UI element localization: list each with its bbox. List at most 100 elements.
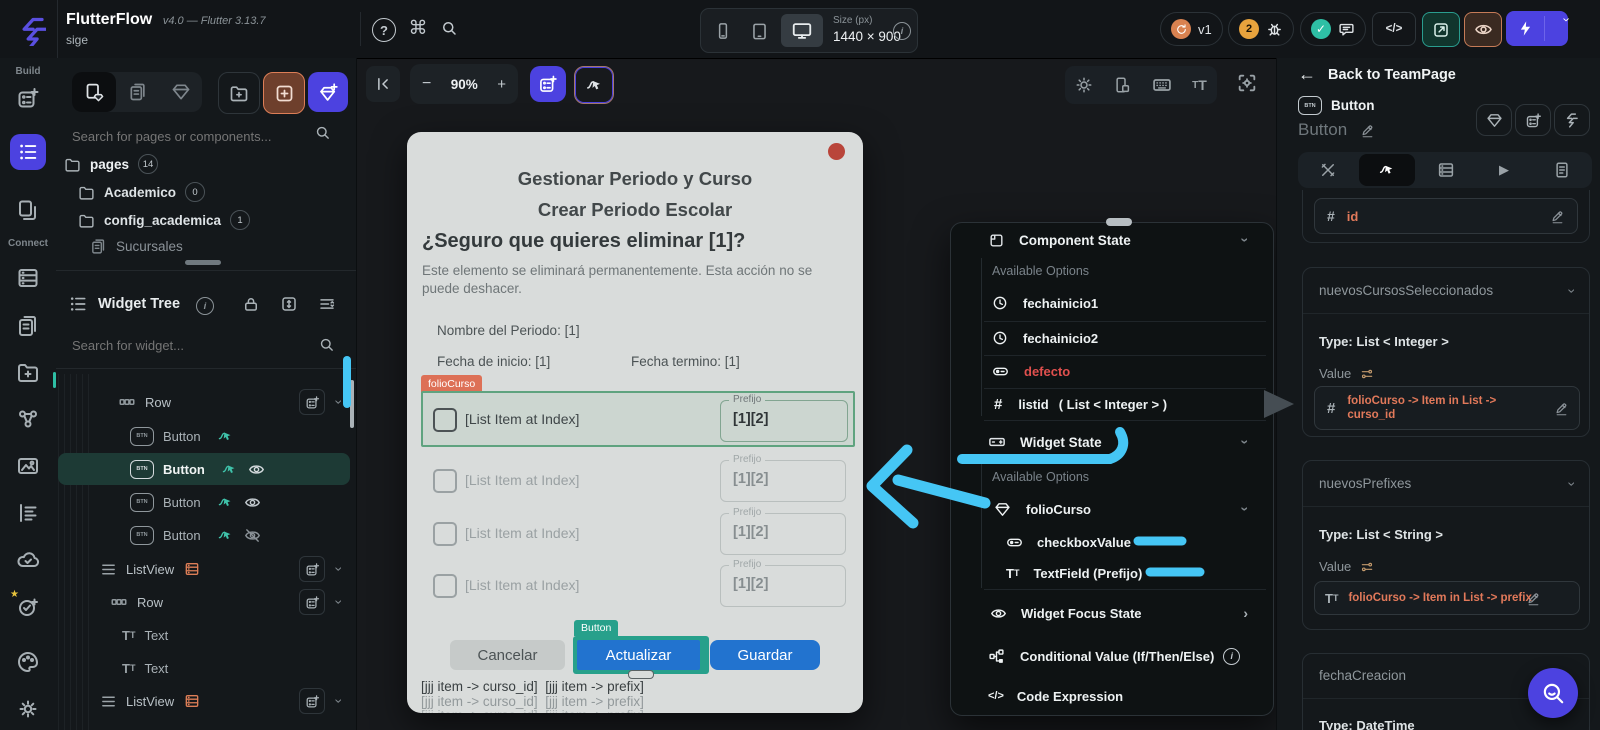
chevron-down-icon[interactable]: ›	[1238, 440, 1254, 445]
rail-media-icon[interactable]	[14, 452, 42, 480]
size-info-icon[interactable]: i	[893, 22, 911, 40]
phone-view-icon[interactable]	[711, 19, 735, 43]
text-scale-icon[interactable]: TT	[1192, 77, 1207, 93]
page-row-sucursales[interactable]: Sucursales	[90, 238, 183, 255]
save-button[interactable]: Guardar	[710, 640, 820, 670]
chevron-down-icon[interactable]: ›	[1238, 238, 1254, 243]
pages-hscrollbar[interactable]	[185, 260, 221, 265]
view-code-button[interactable]: </>	[1372, 12, 1416, 46]
value-settings-icon[interactable]	[1360, 560, 1374, 574]
popup-item-widget-focus-state[interactable]: Widget Focus State ›	[950, 598, 1272, 628]
folder-row-config-academica[interactable]: config_academica 1	[78, 210, 251, 230]
rail-add-page-icon[interactable]	[14, 84, 42, 112]
pages-search-icon[interactable]	[314, 124, 331, 141]
open-app-button[interactable]	[1422, 12, 1460, 47]
widget-tree-info-icon[interactable]: i	[196, 297, 214, 315]
shortcuts-icon[interactable]: ⌘	[406, 16, 430, 40]
popup-option-listid[interactable]: # listid ( List < Integer > )	[950, 389, 1272, 419]
list-row[interactable]: [List Item at Index] Prefijo [1][2]	[421, 454, 855, 503]
chevron-down-icon[interactable]: ›	[1238, 507, 1254, 512]
value-binding-field[interactable]: # folioCurso -> Item in List -> curso_id	[1314, 386, 1580, 430]
tree-row-text-2[interactable]: TT Text	[56, 652, 352, 684]
rail-app-values-icon[interactable]	[14, 499, 42, 527]
add-widget-button[interactable]	[530, 66, 566, 102]
rail-cloud-functions-icon[interactable]	[14, 546, 42, 574]
canvas-settings-icon[interactable]	[1236, 72, 1258, 94]
popup-item-conditional-value[interactable]: Conditional Value (If/Then/Else) i	[950, 641, 1272, 671]
rail-storage-icon[interactable]	[14, 358, 42, 386]
tree-row-button-4[interactable]: BTN Button	[56, 519, 352, 551]
resize-handle[interactable]	[628, 670, 654, 679]
add-child-button[interactable]	[299, 556, 326, 582]
tab-pages-active[interactable]	[72, 72, 116, 112]
popup-option-fechainicio1[interactable]: fechainicio1	[950, 288, 1272, 318]
new-component-button[interactable]	[308, 72, 348, 112]
rail-widget-tree-icon-active[interactable]	[10, 134, 46, 170]
checkbox[interactable]	[433, 522, 457, 546]
value-binding-field[interactable]: TT folioCurso -> Item in List -> prefix	[1314, 581, 1580, 615]
deploy-chevron-icon[interactable]: ›	[1539, 18, 1575, 40]
edit-pencil-icon[interactable]	[1526, 591, 1541, 606]
list-row-selected[interactable]: [List Item at Index] Prefijo [1][2]	[421, 391, 855, 447]
tablet-view-icon[interactable]	[747, 19, 771, 43]
prefijo-field[interactable]: Prefijo [1][2]	[720, 394, 848, 442]
back-arrow-icon[interactable]: ←	[1298, 64, 1316, 85]
device-preview-icon[interactable]	[1113, 76, 1131, 94]
list-row[interactable]: [List Item at Index] Prefijo [1][2]	[421, 507, 855, 556]
popup-header-component-state[interactable]: Component State ›	[950, 226, 1272, 254]
version-pill[interactable]: v1	[1160, 12, 1223, 46]
chevron-down-icon[interactable]: ›	[332, 699, 348, 704]
widget-search-input[interactable]	[66, 330, 340, 360]
prefijo-field[interactable]: Prefijo [1][2]	[720, 454, 846, 502]
folder-row-pages[interactable]: pages 14	[64, 154, 159, 174]
chevron-down-icon[interactable]: ›	[1565, 481, 1581, 486]
new-page-button-highlighted[interactable]	[263, 72, 305, 114]
cancel-button[interactable]: Cancelar	[450, 640, 565, 670]
search-icon[interactable]	[440, 19, 458, 37]
edit-pencil-icon[interactable]	[1554, 401, 1569, 416]
checkbox[interactable]	[433, 408, 457, 432]
zoom-in-button[interactable]: +	[497, 76, 506, 93]
collapse-panel-button[interactable]	[366, 66, 400, 102]
popup-drag-handle[interactable]	[1106, 218, 1132, 226]
zoom-level[interactable]: 90%	[451, 77, 478, 92]
tree-row-button-3[interactable]: BTN Button	[56, 486, 352, 518]
rail-agent-icon[interactable]: ★	[10, 589, 42, 621]
tree-row-listview-2[interactable]: ListView ›	[56, 685, 352, 717]
widget-name-row[interactable]: Button	[1298, 120, 1375, 140]
tab-properties[interactable]	[1298, 152, 1357, 188]
light-mode-icon[interactable]	[1075, 76, 1093, 94]
issues-pill[interactable]: 2	[1228, 12, 1294, 46]
help-icon[interactable]: ?	[372, 18, 396, 42]
preview-button[interactable]	[1464, 12, 1502, 47]
rail-theme-icon[interactable]	[14, 648, 42, 676]
widget-name-value[interactable]: Button	[1298, 120, 1347, 140]
tree-row-listview-1[interactable]: ListView ›	[56, 553, 352, 585]
new-folder-button[interactable]	[218, 72, 260, 114]
flutterflow-logo-icon[interactable]	[12, 9, 50, 49]
tab-documentation[interactable]	[1533, 152, 1591, 188]
rail-integrations-icon[interactable]	[14, 405, 42, 433]
rail-pages-icon[interactable]	[14, 196, 42, 224]
edit-name-pencil-icon[interactable]	[1360, 123, 1375, 138]
prefijo-field[interactable]: Prefijo [1][2]	[720, 559, 846, 607]
component-gem-button[interactable]	[1476, 104, 1512, 136]
pages-search-input[interactable]	[66, 120, 348, 152]
rail-settings-icon[interactable]	[14, 695, 42, 723]
list-row[interactable]: [List Item at Index] Prefijo [1][2]	[421, 559, 855, 608]
tree-row-button-2-selected[interactable]: BTN Button	[58, 453, 350, 485]
lock-icon[interactable]	[242, 295, 260, 313]
back-row[interactable]: ← Back to TeamPage	[1298, 64, 1456, 85]
chevron-down-icon[interactable]: ›	[332, 400, 348, 405]
chevron-down-icon[interactable]: ›	[332, 600, 348, 605]
update-button[interactable]: Actualizar	[577, 640, 700, 670]
widget-search-icon[interactable]	[318, 336, 335, 353]
wrap-widget-button[interactable]	[1515, 104, 1551, 136]
desktop-view-icon[interactable]	[781, 14, 823, 47]
tab-components[interactable]	[159, 72, 202, 112]
keyboard-icon[interactable]	[1152, 75, 1172, 95]
tree-row-row-2[interactable]: Row ›	[56, 586, 352, 618]
tab-animations[interactable]: ▶	[1475, 152, 1533, 188]
tree-row-text-1[interactable]: TT Text	[56, 619, 352, 651]
zoom-search-fab[interactable]	[1528, 668, 1578, 718]
